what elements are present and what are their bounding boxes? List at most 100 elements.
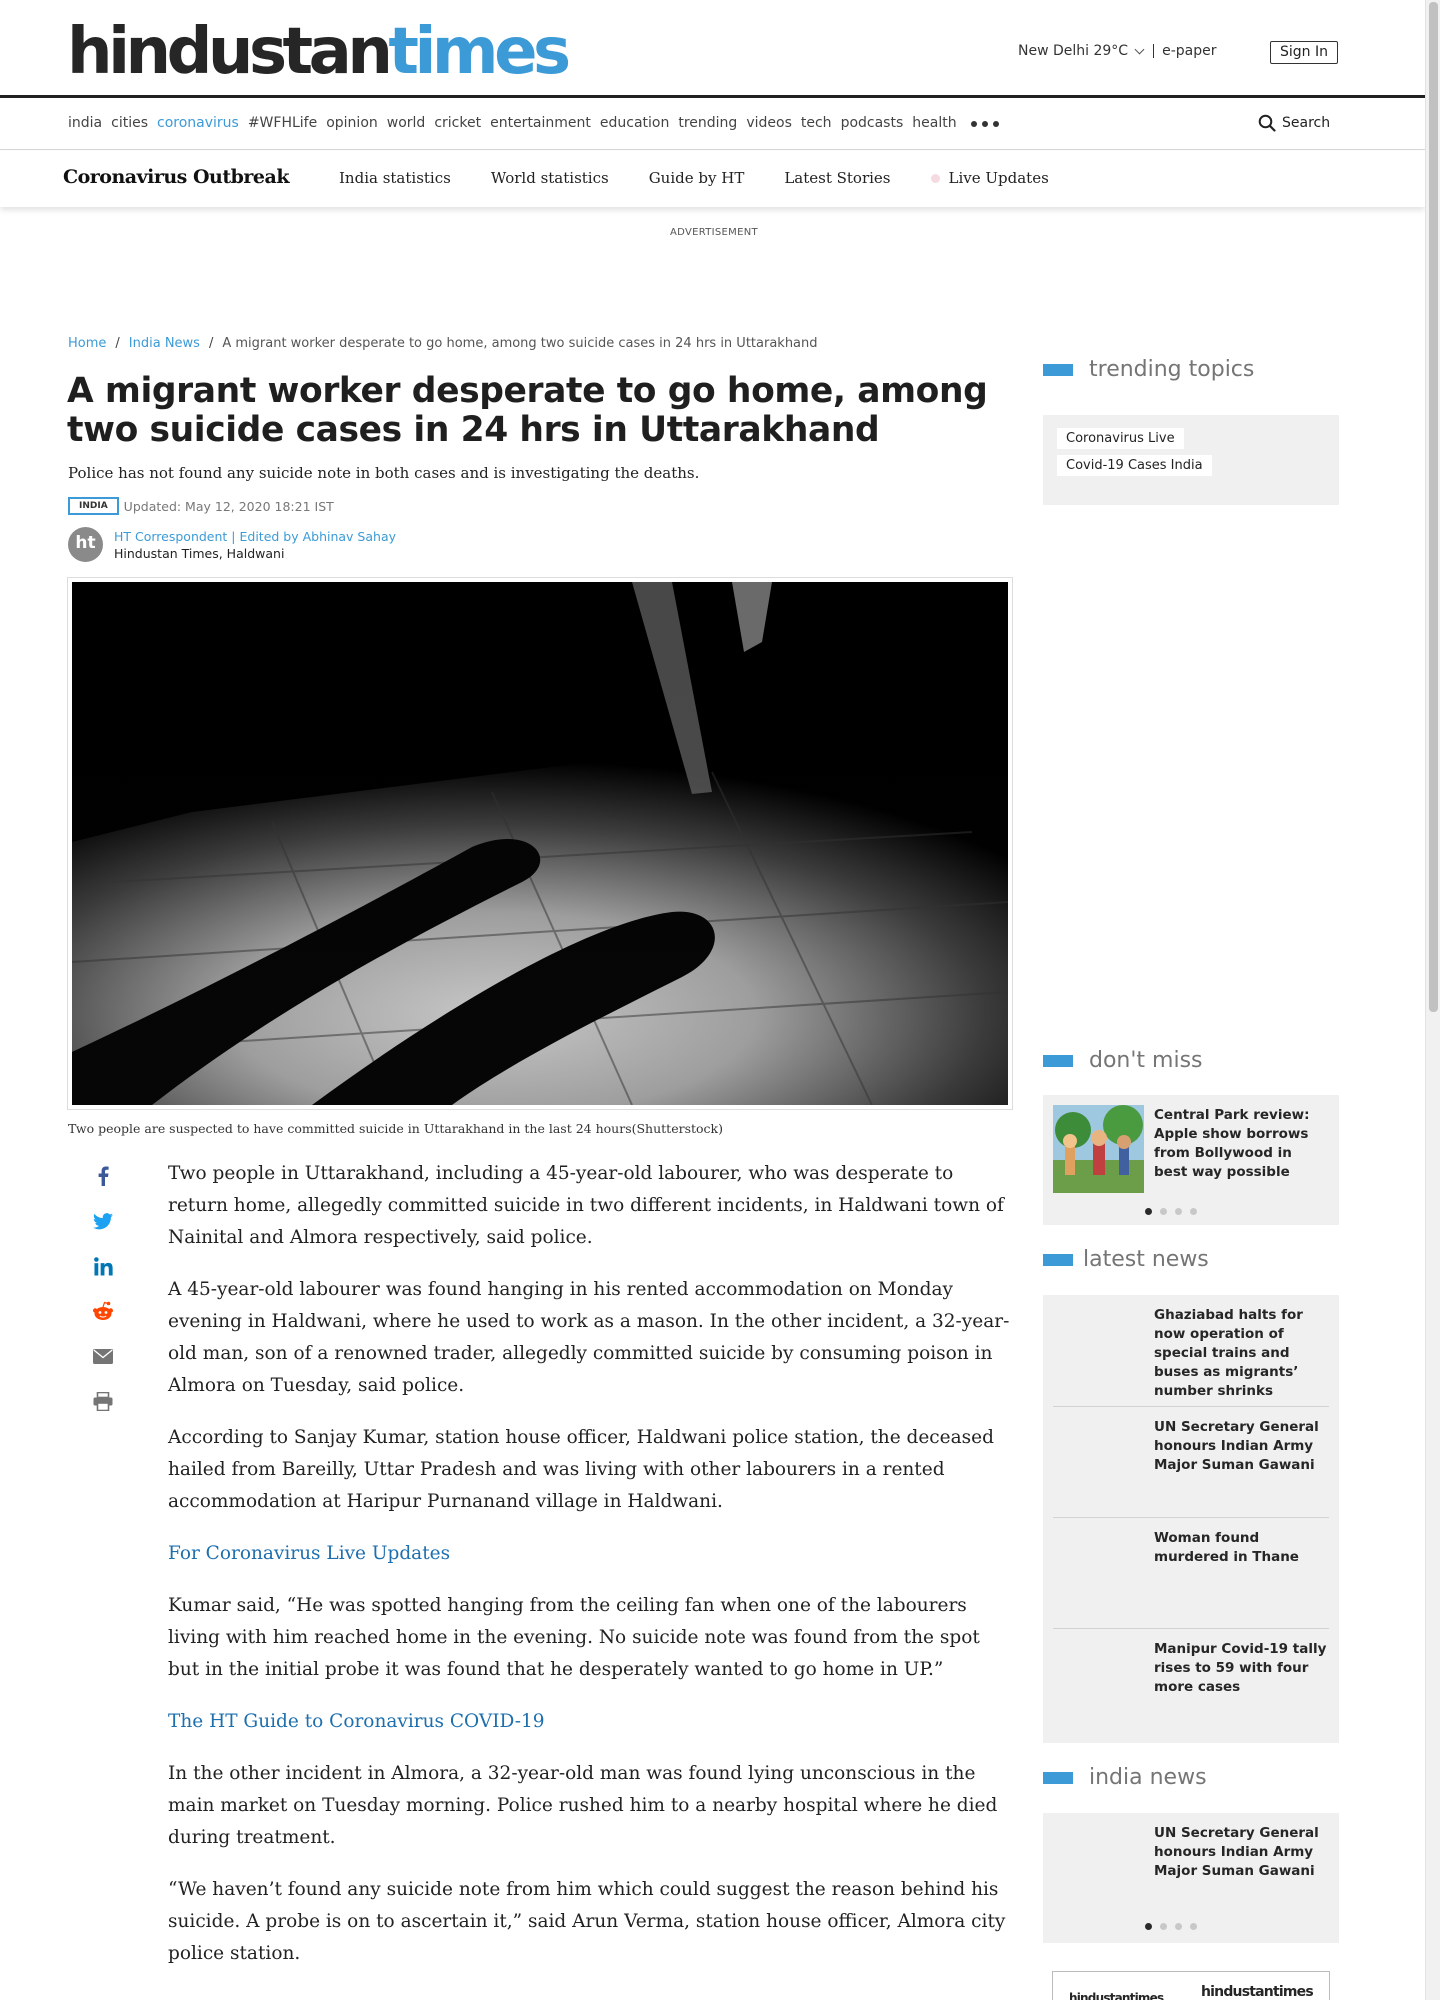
subnav-label: Live Updates (948, 169, 1049, 187)
nav-item-health[interactable]: health (912, 115, 956, 131)
subnav-world-statistics[interactable]: World statistics (491, 169, 609, 187)
image-caption: Two people are suspected to have committ… (68, 1121, 723, 1136)
author-name[interactable]: HT Correspondent | Edited by Abhinav Sah… (114, 528, 396, 545)
dont-miss-box: Central Park review: Apple show borrows … (1043, 1095, 1339, 1225)
nav-item-cities[interactable]: cities (111, 115, 148, 131)
pager-dot[interactable] (1190, 1923, 1197, 1930)
pager-dot[interactable] (1160, 1923, 1167, 1930)
breadcrumb-section[interactable]: India News (129, 336, 200, 351)
heading-text: trending topics (1089, 357, 1255, 382)
story-thumbnail (1053, 1528, 1144, 1616)
nav-item-wfhlife[interactable]: #WFHLife (248, 115, 317, 131)
top-utility: New Delhi 29°C e-paper (1018, 43, 1216, 59)
latest-story[interactable]: Manipur Covid-19 tally rises to 59 with … (1043, 1629, 1339, 1739)
story-headline: Central Park review: Apple show borrows … (1154, 1107, 1310, 1180)
carousel-pager (1043, 1203, 1339, 1226)
pager-dot[interactable] (1145, 1923, 1152, 1930)
carousel-pager (1043, 1923, 1339, 1941)
latest-story[interactable]: Woman found murdered in Thane (1043, 1518, 1339, 1628)
article-summary: Police has not found any suicide note in… (68, 464, 700, 482)
story-thumbnail (1053, 1305, 1144, 1393)
latest-story[interactable]: UN Secretary General honours Indian Army… (1043, 1407, 1339, 1517)
subnav-label: Guide by HT (648, 169, 745, 187)
section-tag[interactable]: INDIA (68, 497, 119, 515)
nav-item-entertainment[interactable]: entertainment (490, 115, 591, 131)
pager-dot[interactable] (1175, 1208, 1182, 1215)
trending-chip[interactable]: Coronavirus Live (1057, 428, 1184, 449)
advertisement-label: ADVERTISEMENT (670, 227, 758, 238)
more-menu-icon[interactable] (970, 117, 1004, 131)
logo-hindustan: hindustan (67, 15, 393, 89)
nav-item-coronavirus[interactable]: coronavirus (157, 115, 239, 131)
email-icon[interactable] (90, 1343, 116, 1369)
main-nav-list: india cities coronavirus #WFHLife opinion wor… (68, 115, 1013, 131)
nav-item-opinion[interactable]: opinion (326, 115, 378, 131)
site-logo[interactable]: hindustantimes (67, 12, 571, 92)
nav-item-india[interactable]: india (68, 115, 102, 131)
article-link[interactable]: For Coronavirus Live Updates (168, 1538, 1014, 1570)
search-icon (1258, 114, 1276, 132)
story-headline: Manipur Covid-19 tally rises to 59 with … (1154, 1641, 1327, 1695)
pager-dot[interactable] (1190, 1208, 1197, 1215)
india-news-box: UN Secretary General honours Indian Army… (1043, 1813, 1339, 1943)
author-block: ht HT Correspondent | Edited by Abhinav … (68, 527, 396, 562)
weather-location[interactable]: New Delhi 29°C (1018, 43, 1128, 59)
nav-item-trending[interactable]: trending (678, 115, 737, 131)
article-body: Two people in Uttarakhand, including a 4… (168, 1158, 1014, 1990)
article-link[interactable]: The HT Guide to Coronavirus COVID-19 (168, 1706, 1014, 1738)
heading-bar (1043, 1253, 1073, 1266)
linkedin-icon[interactable] (90, 1253, 116, 1279)
reddit-icon[interactable] (90, 1298, 116, 1324)
live-dot-icon (930, 173, 940, 183)
breadcrumb-current: A migrant worker desperate to go home, a… (222, 336, 818, 351)
subnav-latest-stories[interactable]: Latest Stories (784, 169, 890, 187)
article-headline: A migrant worker desperate to go home, a… (67, 371, 988, 450)
subnav-live-updates[interactable]: Live Updates (930, 169, 1049, 187)
article-paragraph: A 45-year-old labourer was found hanging… (168, 1279, 1010, 1396)
story-headline: UN Secretary General honours Indian Army… (1154, 1825, 1319, 1879)
epaper-link[interactable]: e-paper (1162, 43, 1216, 59)
trending-chip[interactable]: Covid-19 Cases India (1057, 455, 1212, 476)
story-headline: Woman found murdered in Thane (1154, 1530, 1299, 1565)
heading-text: latest news (1083, 1247, 1209, 1272)
masthead: hindustantimes New Delhi 29°C e-paper Si… (0, 0, 1425, 98)
subnav-india-statistics[interactable]: India statistics (339, 169, 451, 187)
twitter-icon[interactable] (90, 1208, 116, 1234)
heading-text: india news (1089, 1765, 1207, 1790)
nav-item-cricket[interactable]: cricket (434, 115, 481, 131)
breadcrumb-home[interactable]: Home (68, 336, 106, 351)
subnav-title[interactable]: Coronavirus Outbreak (63, 166, 290, 188)
heading-bar (1043, 363, 1073, 376)
subnav-guide[interactable]: Guide by HT (649, 169, 745, 187)
dont-miss-story[interactable]: Central Park review: Apple show borrows … (1043, 1095, 1339, 1203)
nav-item-education[interactable]: education (600, 115, 669, 131)
ad-logo-b: hindustantimes (1201, 1984, 1314, 2000)
print-icon[interactable] (90, 1388, 116, 1414)
nav-item-videos[interactable]: videos (746, 115, 792, 131)
nav-item-tech[interactable]: tech (801, 115, 832, 131)
scrollbar-thumb[interactable] (1429, 2, 1438, 1012)
sidebar-ad[interactable]: hindustantimes hindustantimes (1052, 1971, 1330, 2000)
article-paragraph: Kumar said, “He was spotted hanging from… (168, 1595, 980, 1680)
nav-item-world[interactable]: world (387, 115, 426, 131)
india-story[interactable]: UN Secretary General honours Indian Army… (1043, 1813, 1339, 1923)
pager-dot[interactable] (1145, 1208, 1152, 1215)
article-paragraph: In the other incident in Almora, a 32-ye… (168, 1763, 998, 1848)
facebook-icon[interactable] (90, 1163, 116, 1189)
sign-in-button[interactable]: Sign In (1270, 41, 1338, 64)
nav-item-podcasts[interactable]: podcasts (841, 115, 904, 131)
divider (1153, 44, 1155, 58)
story-headline: UN Secretary General honours Indian Army… (1154, 1419, 1319, 1473)
latest-story[interactable]: Ghaziabad halts for now operation of spe… (1043, 1295, 1339, 1406)
heading-bar (1043, 1771, 1073, 1784)
search-button[interactable]: Search (1258, 114, 1330, 132)
heading-text: don't miss (1089, 1048, 1203, 1073)
coronavirus-subnav: Coronavirus Outbreak India statistics Wo… (0, 151, 1425, 207)
pager-dot[interactable] (1160, 1208, 1167, 1215)
pager-dot[interactable] (1175, 1923, 1182, 1930)
chevron-down-icon[interactable] (1134, 44, 1145, 54)
trending-topics-box: Coronavirus Live Covid-19 Cases India (1043, 415, 1339, 505)
scrollbar[interactable] (1425, 0, 1440, 2000)
article-paragraph: “We haven’t found any suicide note from … (168, 1879, 1006, 1964)
trending-topics-heading: trending topics (1043, 357, 1254, 382)
